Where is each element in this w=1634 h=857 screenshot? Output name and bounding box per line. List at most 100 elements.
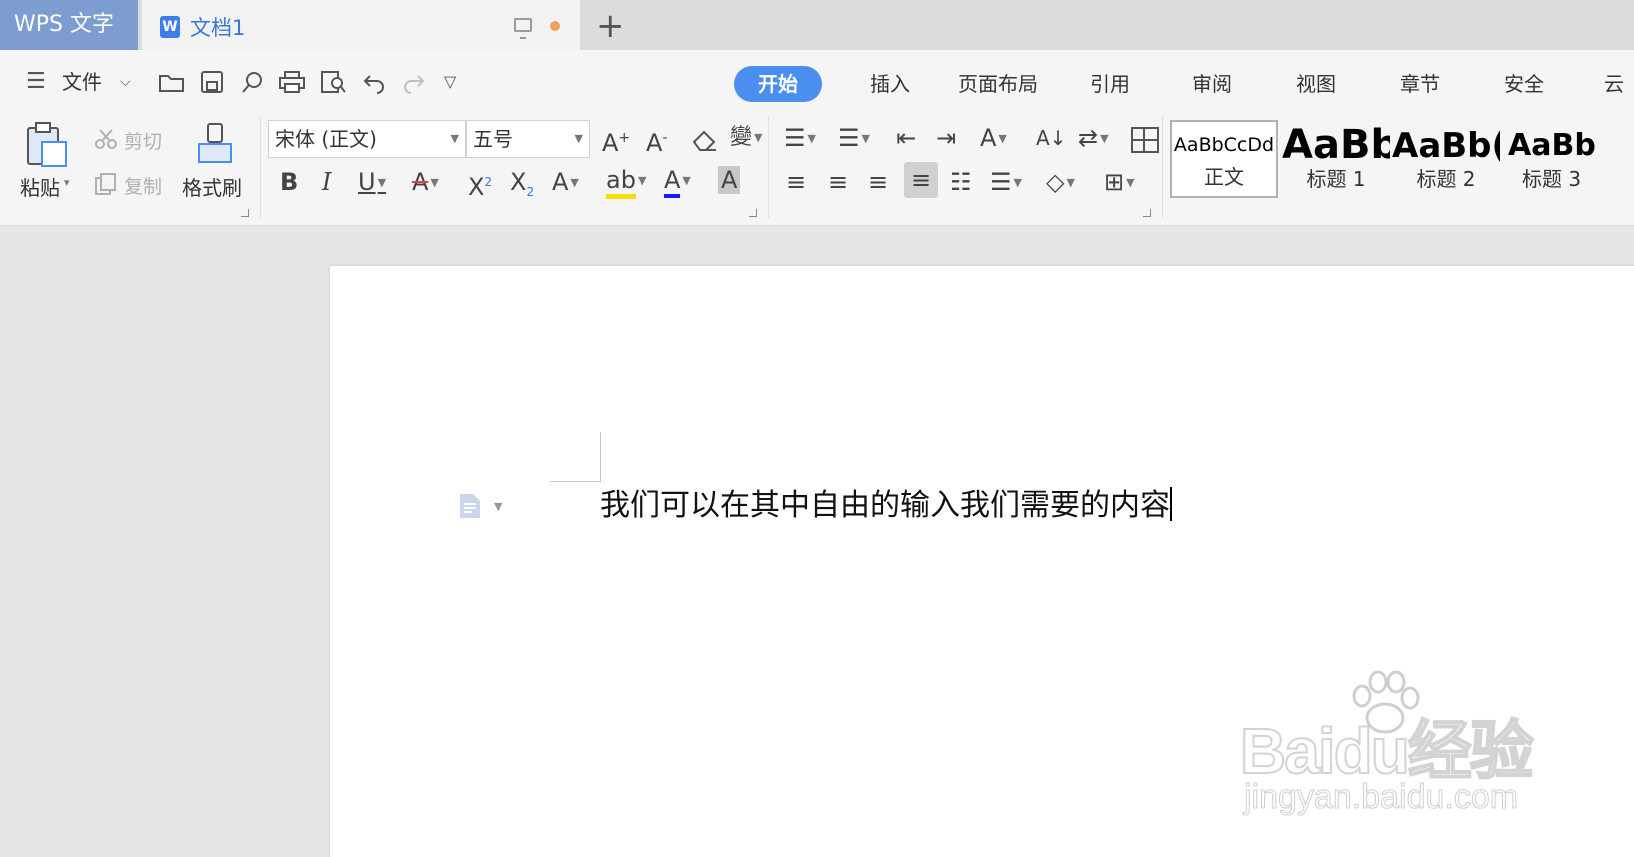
style-preview: AaBb(	[1392, 126, 1500, 166]
style-preview: AaBb	[1282, 122, 1390, 168]
document-tab-label: 文档1	[190, 16, 246, 40]
tab-page-layout[interactable]: 页面布局	[934, 66, 1062, 102]
print-icon[interactable]	[278, 70, 306, 94]
chevron-down-icon[interactable]: ⌵	[120, 68, 131, 96]
font-family-value: 宋体 (正文)	[275, 127, 377, 151]
distributed-align-icon[interactable]: ☷	[950, 168, 972, 196]
highlight-icon[interactable]: ab ▼	[606, 166, 646, 199]
menu-row: ☰ 文件 ⌵ ▽ 开始 插入 页面布局 引用 审阅 视图 章节 安全 云	[0, 50, 1634, 112]
paste-dropdown-icon[interactable]: ▾	[64, 176, 70, 189]
eraser-icon[interactable]	[690, 128, 718, 152]
preview-search-icon[interactable]	[320, 70, 348, 94]
title-tab-bar: WPS 文字 W 文档1 +	[0, 0, 1634, 50]
decrease-indent-icon[interactable]: ⇤	[896, 124, 916, 152]
save-icon[interactable]	[200, 70, 224, 94]
text-cursor	[1170, 487, 1172, 521]
grow-font-icon[interactable]: A+	[602, 124, 630, 157]
customize-toolbar-icon[interactable]: ▽	[444, 68, 456, 96]
undo-icon[interactable]	[362, 70, 386, 94]
strikethrough-icon[interactable]: A ▼	[412, 168, 439, 197]
scissors-icon[interactable]	[94, 128, 118, 150]
show-hide-icon[interactable]: ⇄ ▼	[1078, 124, 1109, 153]
group-divider	[1162, 116, 1163, 218]
style-normal[interactable]: AaBbCcDd 正文	[1170, 120, 1278, 198]
tab-insert[interactable]: 插入	[846, 66, 934, 102]
tab-home[interactable]: 开始	[734, 66, 822, 102]
align-center-icon[interactable]: ≡	[828, 168, 848, 196]
copy-button[interactable]: 复制	[124, 172, 162, 199]
baidu-jingyan-watermark: Baidu经验 jingyan.baidu.com	[1239, 670, 1570, 820]
font-group-launcher[interactable]	[749, 209, 757, 217]
font-family-select[interactable]: 宋体 (正文) ▼	[268, 120, 466, 158]
redo-icon[interactable]	[402, 70, 426, 94]
character-shading-icon[interactable]: A	[718, 166, 741, 194]
margin-corner-mark	[550, 481, 601, 482]
font-size-value: 五号	[473, 127, 513, 151]
paste-icon[interactable]	[24, 120, 70, 168]
style-label: 正文	[1204, 165, 1244, 189]
shrink-font-icon[interactable]: A-	[646, 124, 667, 157]
paragraph-dropdown-icon[interactable]: ▼	[494, 500, 502, 513]
bullets-icon[interactable]: ☰ ▼	[784, 124, 816, 153]
tab-view[interactable]: 视图	[1272, 66, 1360, 102]
style-preview: AaBb	[1508, 128, 1596, 163]
file-menu-button[interactable]: 文件	[62, 68, 102, 96]
format-painter-icon[interactable]	[196, 122, 234, 166]
align-left-icon[interactable]: ≡	[786, 168, 806, 196]
sort-icon[interactable]: A↓	[1036, 124, 1066, 152]
monitor-icon[interactable]	[514, 18, 532, 39]
font-color-icon[interactable]: A ▼	[664, 166, 691, 198]
app-tab[interactable]: WPS 文字	[0, 0, 138, 50]
style-heading-1[interactable]: AaBb 标题 1	[1282, 120, 1390, 198]
unsaved-dot-icon	[550, 21, 560, 31]
watermark-url: jingyan.baidu.com	[1243, 778, 1519, 817]
tab-chapter[interactable]: 章节	[1376, 66, 1464, 102]
paragraph-shading-icon[interactable]: ◇ ▼	[1046, 168, 1075, 197]
clipboard-group-launcher[interactable]	[241, 209, 249, 217]
italic-icon[interactable]: I	[322, 168, 331, 196]
document-body-text[interactable]: 我们可以在其中自由的输入我们需要的内容	[600, 484, 1172, 528]
tab-review[interactable]: 审阅	[1168, 66, 1256, 102]
document-tab[interactable]: W 文档1	[142, 0, 580, 50]
underline-icon[interactable]: U ▼	[358, 168, 386, 197]
style-heading-2[interactable]: AaBb( 标题 2	[1392, 120, 1500, 198]
text-direction-icon[interactable]: A ▼	[980, 124, 1007, 153]
copy-icon[interactable]	[94, 172, 118, 196]
style-label: 标题 3	[1522, 167, 1582, 191]
subscript-icon[interactable]: X2	[510, 168, 534, 206]
paragraph-group-launcher[interactable]	[1143, 209, 1151, 217]
bold-icon[interactable]: B	[280, 168, 298, 196]
justify-icon[interactable]: ≡	[904, 162, 939, 198]
align-right-icon[interactable]: ≡	[868, 168, 888, 196]
style-label: 标题 1	[1306, 167, 1366, 191]
new-tab-button[interactable]: +	[596, 6, 625, 46]
format-painter-button[interactable]: 格式刷	[182, 172, 242, 201]
line-spacing-icon[interactable]: ☰ ▼	[990, 168, 1022, 197]
wps-writer-icon: W	[160, 16, 180, 38]
style-heading-3[interactable]: AaBb 标题 3	[1504, 120, 1634, 198]
group-divider	[768, 116, 769, 218]
chevron-down-icon: ▼	[574, 132, 583, 145]
print-preview-icon[interactable]	[240, 70, 266, 94]
document-paragraph: 我们可以在其中自由的输入我们需要的内容	[600, 488, 1170, 523]
borders-icon[interactable]: ⊞ ▼	[1104, 168, 1135, 197]
style-label: 标题 2	[1416, 167, 1476, 191]
tab-references[interactable]: 引用	[1066, 66, 1154, 102]
tab-security[interactable]: 安全	[1480, 66, 1568, 102]
group-divider	[260, 116, 261, 218]
chevron-down-icon: ▼	[450, 132, 459, 145]
margin-corner-mark	[600, 432, 601, 482]
superscript-icon[interactable]: X2	[468, 168, 492, 201]
increase-indent-icon[interactable]: ⇥	[936, 124, 956, 152]
text-effect-icon[interactable]: A ▼	[552, 168, 579, 197]
numbering-icon[interactable]: ☰ ▼	[838, 124, 870, 153]
open-folder-icon[interactable]	[158, 70, 186, 94]
paragraph-layout-icon[interactable]	[458, 492, 482, 520]
paste-button[interactable]: 粘贴	[20, 172, 60, 201]
cut-button[interactable]: 剪切	[124, 127, 162, 154]
font-size-select[interactable]: 五号 ▼	[466, 120, 590, 158]
hamburger-menu-icon[interactable]: ☰	[26, 68, 46, 96]
table-grid-icon[interactable]	[1130, 126, 1160, 154]
tab-cloud[interactable]: 云	[1580, 66, 1634, 102]
phonetic-guide-icon[interactable]: 變 ▼	[730, 124, 762, 152]
